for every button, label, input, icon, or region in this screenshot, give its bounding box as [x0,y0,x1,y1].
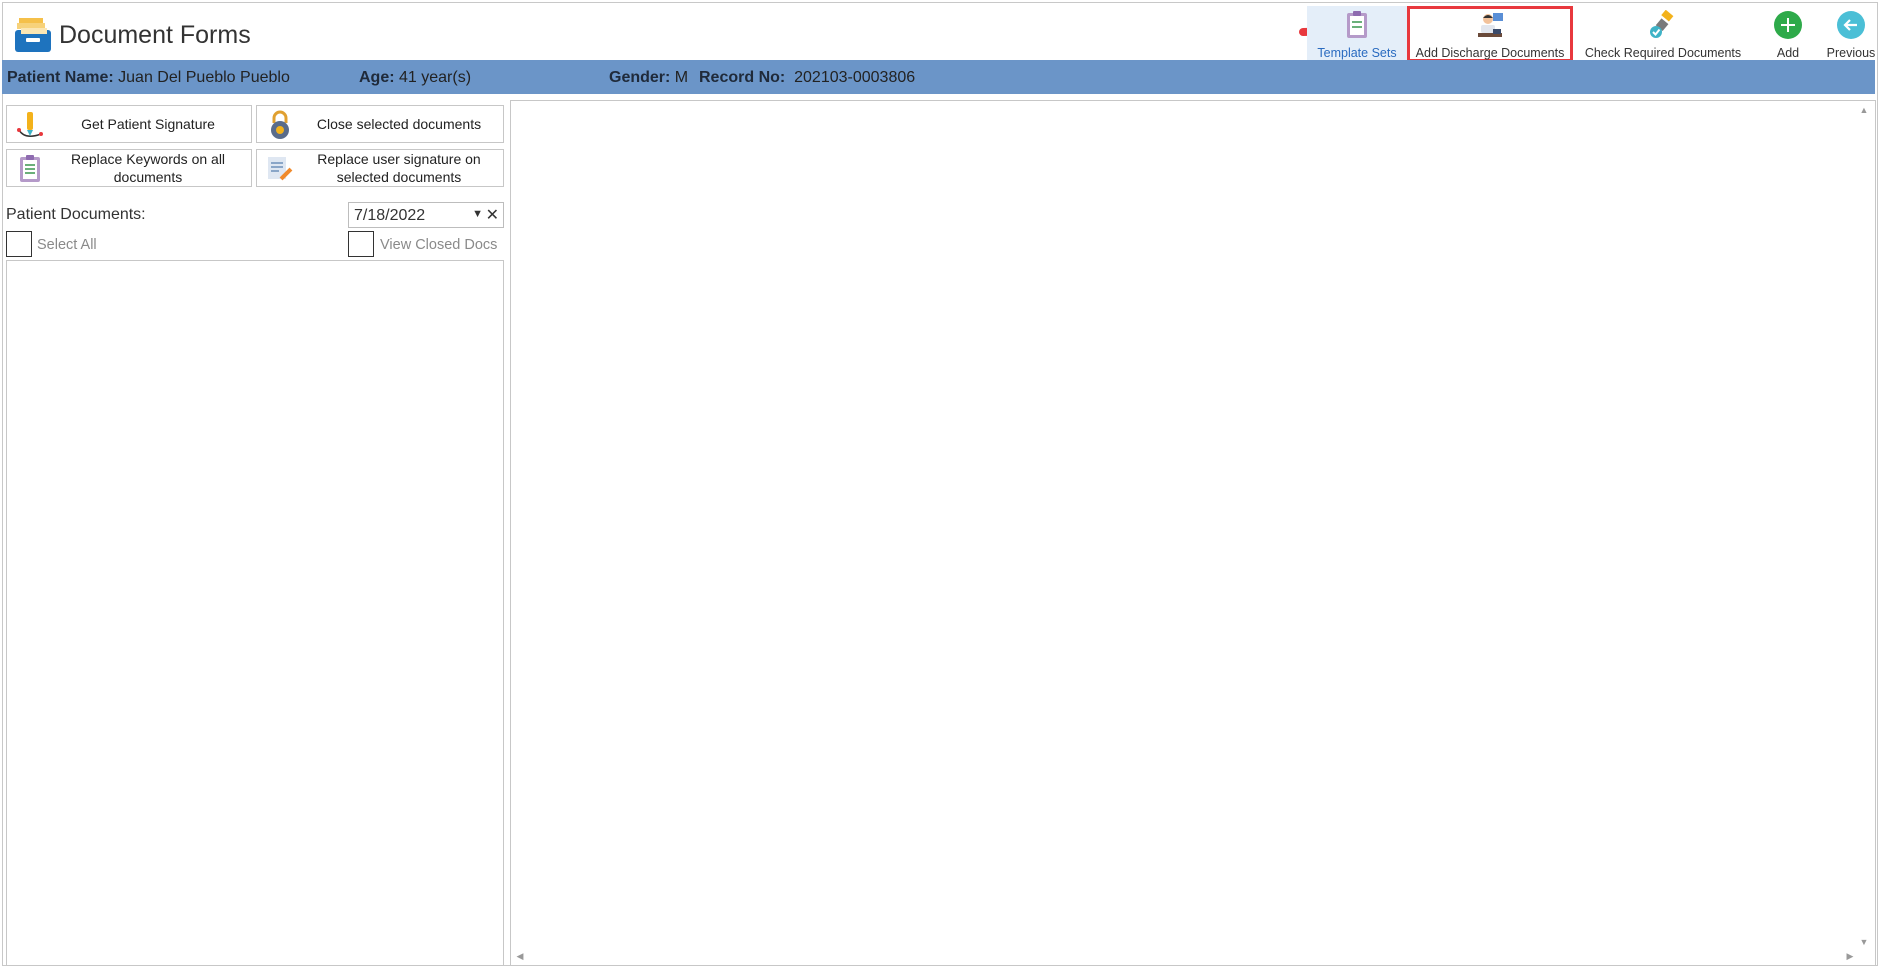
previous-label: Previous [1826,46,1876,60]
checklist-clipboard-icon [20,155,40,182]
patient-name: Patient Name: Juan Del Pueblo Pueblo [7,69,290,86]
check-required-documents-button[interactable]: Check Required Documents [1583,6,1743,62]
document-date-value: 7/18/2022 [354,207,426,224]
select-all-checkbox[interactable] [6,231,32,257]
view-closed-docs-checkbox[interactable] [348,231,374,257]
plus-circle-icon [1774,11,1802,39]
replace-keywords-button[interactable]: Replace Keywords on all documents [6,149,252,187]
view-closed-docs-label: View Closed Docs [380,237,498,253]
arrow-left-circle-icon [1837,11,1865,39]
doctor-desk-icon [1478,13,1503,37]
replace-user-signature-button[interactable]: Replace user signature on selected docum… [256,149,504,187]
get-patient-signature-button[interactable]: Get Patient Signature [6,105,252,143]
patient-age: Age: 41 year(s) [359,69,472,86]
scroll-left-icon[interactable]: ◀ [513,949,527,963]
signature-pen-icon [17,112,43,137]
clear-date-icon[interactable]: ✕ [486,205,499,225]
add-label: Add [1776,46,1800,60]
replace-keywords-label: Replace Keywords on all documents [70,151,226,185]
get-patient-signature-label: Get Patient Signature [81,116,215,132]
scroll-right-icon[interactable]: ▶ [1843,949,1857,963]
template-sets-button[interactable]: Template Sets [1307,6,1407,62]
check-required-documents-label: Check Required Documents [1584,46,1742,60]
patient-record-number: Record No: 202103-0003806 [699,69,916,86]
document-date-picker[interactable]: 7/18/2022 ▼ ✕ [348,202,504,228]
add-discharge-documents-button[interactable]: Add Discharge Documents [1407,6,1573,62]
select-all-label: Select All [37,237,97,253]
scroll-down-icon[interactable]: ▼ [1857,935,1871,949]
padlock-icon [271,110,289,139]
patient-documents-list[interactable] [6,260,504,966]
add-discharge-documents-label: Add Discharge Documents [1415,46,1565,60]
document-pencil-icon [268,157,293,181]
template-sets-label: Template Sets [1317,46,1397,60]
patient-gender: Gender: M [609,69,689,86]
document-viewer[interactable]: ▲ ▼ ◀ ▶ [510,100,1876,966]
patient-documents-label: Patient Documents: [6,206,146,223]
close-selected-documents-button[interactable]: Close selected documents [256,105,504,143]
chevron-down-icon[interactable]: ▼ [472,208,483,220]
close-selected-documents-label: Close selected documents [316,116,482,132]
previous-button[interactable]: Previous [1823,6,1879,62]
file-cabinet-icon [15,18,51,52]
satellite-check-icon [1650,10,1674,38]
patient-info-bar: Patient Name: Juan Del Pueblo Pueblo Age… [2,60,1875,94]
scroll-up-icon[interactable]: ▲ [1857,103,1871,117]
add-button[interactable]: Add [1755,6,1821,62]
replace-user-signature-label: Replace user signature on selected docum… [317,151,481,185]
page-title: Document Forms [59,21,251,49]
clipboard-list-icon [1347,11,1367,38]
